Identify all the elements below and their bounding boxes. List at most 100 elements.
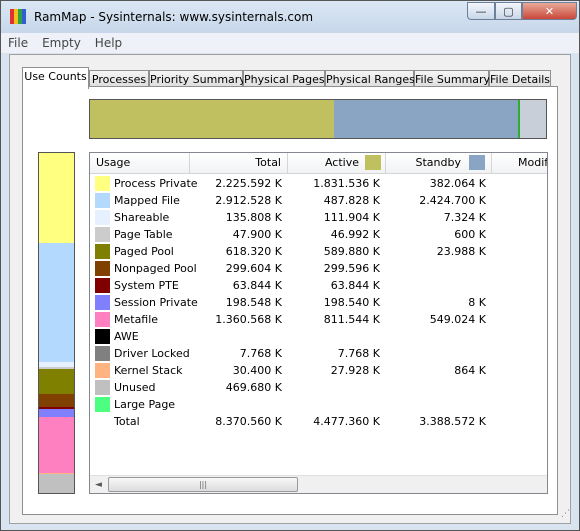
total-cell: 2.912.528 K — [215, 194, 282, 207]
active-cell: 111.904 K — [323, 211, 380, 224]
active-cell: 46.992 K — [330, 228, 380, 241]
usage-segment-process-private — [39, 153, 74, 244]
usage-color-swatch — [95, 227, 110, 242]
table-row[interactable]: Session Private 198.548 K 198.540 K 8 K — [90, 294, 547, 311]
column-standby-label: Standby — [415, 156, 461, 169]
usage-label: Nonpaged Pool — [114, 262, 197, 275]
usage-segment-mapped-file — [39, 243, 74, 362]
column-standby[interactable]: Standby — [386, 153, 492, 173]
active-cell: 4.477.360 K — [313, 415, 380, 428]
usage-cell: Page Table — [90, 227, 190, 242]
usage-label: Total — [114, 415, 140, 428]
scroll-left-arrow-icon[interactable]: ◄ — [90, 476, 107, 493]
usage-segment-nonpaged-pool — [39, 394, 74, 407]
usage-color-swatch — [95, 363, 110, 378]
standby-cell: 23.988 K — [436, 245, 486, 258]
total-cell: 47.900 K — [232, 228, 282, 241]
usage-color-swatch — [95, 278, 110, 293]
modified-cell: 1 — [492, 211, 547, 224]
summary-segment-active — [90, 100, 334, 138]
standby-cell: 3.388.572 K — [419, 415, 486, 428]
table-row[interactable]: Large Page — [90, 396, 547, 413]
usage-color-swatch — [95, 210, 110, 225]
total-cell: 135.808 K — [225, 211, 282, 224]
usage-cell: System PTE — [90, 278, 190, 293]
usage-label: Session Private — [114, 296, 198, 309]
close-button[interactable]: ✕ — [522, 2, 577, 20]
column-modified[interactable]: Modifie — [492, 153, 547, 173]
table-row[interactable]: Shareable 135.808 K 111.904 K 7.324 K 1 — [90, 209, 547, 226]
standby-cell: 382.064 K — [429, 177, 486, 190]
table-row[interactable]: Page Table 47.900 K 46.992 K 600 K — [90, 226, 547, 243]
active-cell: 1.831.536 K — [313, 177, 380, 190]
total-cell: 299.604 K — [225, 262, 282, 275]
table-row[interactable]: Metafile 1.360.568 K 811.544 K 549.024 K — [90, 311, 547, 328]
tab-use-counts[interactable]: Use Counts — [22, 67, 89, 89]
scroll-thumb[interactable]: ||| — [108, 477, 298, 492]
total-cell: 30.400 K — [232, 364, 282, 377]
minimize-button[interactable]: — — [467, 2, 495, 20]
usage-label: Large Page — [114, 398, 176, 411]
usage-color-swatch — [95, 329, 110, 344]
usage-color-swatch — [95, 176, 110, 191]
menu-empty[interactable]: Empty — [35, 33, 88, 53]
usage-color-swatch — [95, 244, 110, 259]
horizontal-scrollbar[interactable]: ◄ ||| — [90, 475, 547, 493]
column-usage[interactable]: Usage — [90, 153, 190, 173]
usage-cell: Large Page — [90, 397, 190, 412]
column-total[interactable]: Total — [190, 153, 288, 173]
title-bar[interactable]: RamMap - Sysinternals: www.sysinternals.… — [1, 1, 579, 33]
usage-cell: Shareable — [90, 210, 190, 225]
total-cell: 618.320 K — [225, 245, 282, 258]
window-title: RamMap - Sysinternals: www.sysinternals.… — [34, 10, 314, 24]
total-cell: 8.370.560 K — [215, 415, 282, 428]
usage-cell: AWE — [90, 329, 190, 344]
standby-cell: 549.024 K — [429, 313, 486, 326]
usage-color-swatch — [95, 193, 110, 208]
usage-label: Kernel Stack — [114, 364, 183, 377]
table-row[interactable]: Nonpaged Pool 299.604 K 299.596 K — [90, 260, 547, 277]
total-cell: 63.844 K — [232, 279, 282, 292]
column-active-label: Active — [324, 156, 359, 169]
standby-cell: 8 K — [468, 296, 486, 309]
maximize-button[interactable]: ▢ — [495, 2, 522, 20]
usage-segment-unused — [39, 474, 74, 493]
column-active[interactable]: Active — [288, 153, 386, 173]
usage-cell: Kernel Stack — [90, 363, 190, 378]
active-cell: 198.540 K — [323, 296, 380, 309]
standby-cell: 2.424.700 K — [419, 194, 486, 207]
menu-bar: File Empty Help — [1, 33, 579, 53]
usage-label: Mapped File — [114, 194, 180, 207]
table-row[interactable]: Unused 469.680 K — [90, 379, 547, 396]
table-row[interactable]: Kernel Stack 30.400 K 27.928 K 864 K — [90, 362, 547, 379]
table-row[interactable]: Paged Pool 618.320 K 589.880 K 23.988 K — [90, 243, 547, 260]
list-header: Usage Total Active Standby Modifie — [90, 153, 547, 174]
total-cell: 1.360.568 K — [215, 313, 282, 326]
usage-color-swatch — [95, 346, 110, 361]
modified-cell: 1 — [492, 177, 547, 190]
usage-cell: Mapped File — [90, 193, 190, 208]
table-row[interactable]: System PTE 63.844 K 63.844 K — [90, 277, 547, 294]
table-row[interactable]: Mapped File 2.912.528 K 487.828 K 2.424.700… — [90, 192, 547, 209]
total-cell: 2.225.592 K — [215, 177, 282, 190]
table-row[interactable]: AWE — [90, 328, 547, 345]
table-row[interactable]: Total 8.370.560 K 4.477.360 K 3.388.572 K 3 — [90, 413, 547, 430]
table-row[interactable]: Process Private 2.225.592 K 1.831.536 K 382… — [90, 175, 547, 192]
active-cell: 27.928 K — [330, 364, 380, 377]
resize-grip-icon[interactable]: ⋰ — [561, 509, 573, 521]
usage-cell: Unused — [90, 380, 190, 395]
usage-label: System PTE — [114, 279, 179, 292]
table-row[interactable]: Driver Locked 7.768 K 7.768 K — [90, 345, 547, 362]
active-cell: 589.880 K — [323, 245, 380, 258]
menu-file[interactable]: File — [1, 33, 35, 53]
standby-color-swatch — [469, 155, 485, 170]
usage-color-swatch — [95, 397, 110, 412]
menu-help[interactable]: Help — [88, 33, 129, 53]
rammap-window: RamMap - Sysinternals: www.sysinternals.… — [0, 0, 580, 531]
usage-segment-session-private — [39, 409, 74, 418]
usage-segment-metafile — [39, 417, 74, 473]
active-cell: 487.828 K — [323, 194, 380, 207]
active-cell: 299.596 K — [323, 262, 380, 275]
usage-cell: Total — [90, 414, 190, 429]
usage-label: Shareable — [114, 211, 170, 224]
